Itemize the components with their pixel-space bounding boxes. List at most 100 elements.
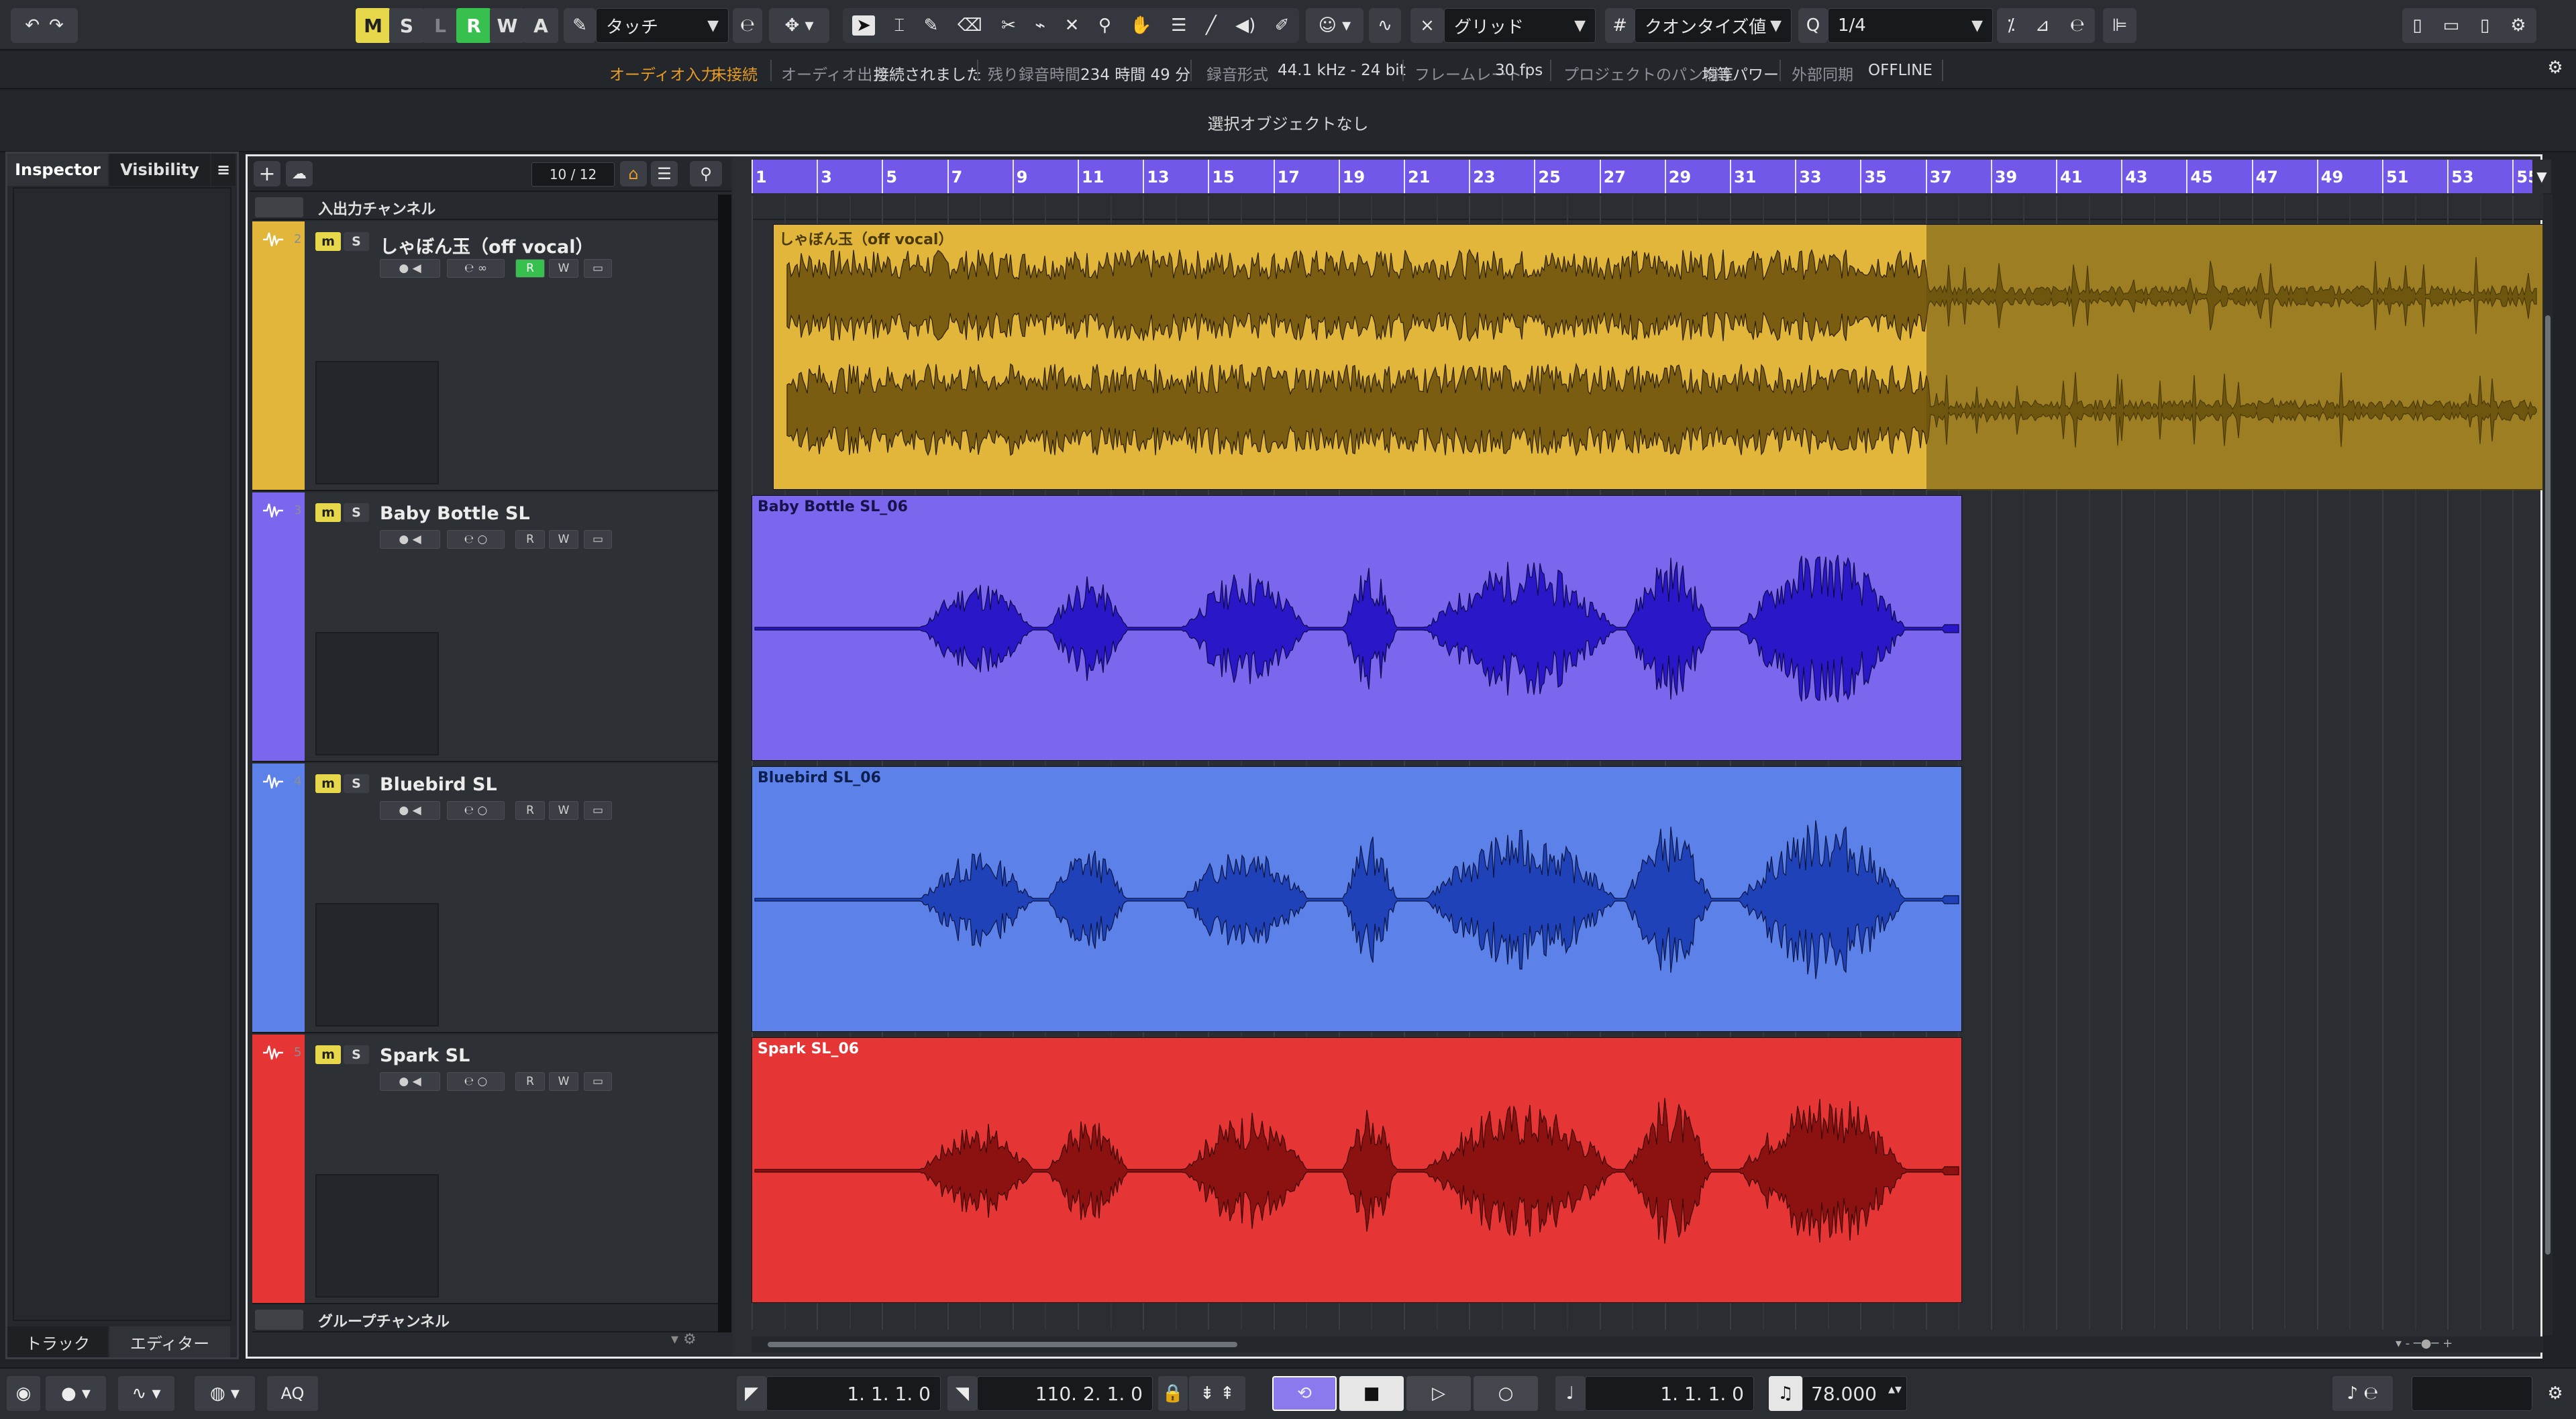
primary-time-display[interactable]: 1. 1. 1. 0 — [1585, 1376, 1754, 1411]
activate-project-icon[interactable]: ◉ — [7, 1376, 40, 1411]
edit-channel-button[interactable]: ℮ ○ — [447, 1072, 505, 1091]
transport-settings-icon[interactable]: ⚙ — [2540, 1376, 2570, 1411]
track-row[interactable]: 3 m S Baby Bottle SL ● ◀ ℮ ○ R W ▭ — [252, 492, 731, 762]
comp-tool-icon[interactable]: ☰ — [1171, 15, 1186, 36]
audio-mode-dropdown[interactable]: ∿ ▾ — [118, 1376, 174, 1411]
transform-tool-dropdown[interactable]: ✥ ▾ — [769, 8, 829, 43]
automation-mode-dropdown[interactable]: タッチ ▼ — [596, 8, 729, 43]
apply-quantize-icon[interactable]: ℮ — [2070, 15, 2085, 36]
color-tool-icon[interactable]: ✐ — [1275, 15, 1290, 36]
solo-button[interactable]: S — [344, 503, 369, 522]
tempo-stepper[interactable]: ▴▾ — [1888, 1381, 1902, 1397]
solo-button[interactable]: S — [344, 774, 369, 793]
io-channel-folder[interactable]: 入出力チャンネル — [252, 193, 731, 220]
tracklist-scrollbar[interactable] — [718, 195, 731, 1332]
mute-button[interactable]: m — [315, 503, 341, 522]
audio-event[interactable]: Baby Bottle SL_06 — [752, 495, 1962, 761]
right-zone-icon[interactable]: ▯ — [2480, 15, 2489, 36]
cycle-button[interactable]: ⟲ — [1272, 1376, 1337, 1411]
record-button[interactable]: ○ — [1474, 1376, 1538, 1411]
left-locator-icon[interactable]: ◤ — [737, 1376, 766, 1411]
track-name[interactable]: しゃぼん玉（off vocal） — [380, 232, 593, 258]
write-automation-toggle[interactable]: W — [549, 1072, 578, 1091]
read-automation-toggle[interactable]: R — [515, 1072, 545, 1091]
scroll-thumb[interactable] — [768, 1342, 1237, 1347]
snap-type-dropdown[interactable]: グリッド ▼ — [1444, 8, 1596, 43]
left-locator-display[interactable]: 1. 1. 1. 0 — [766, 1376, 941, 1411]
right-locator-icon[interactable]: ◥ — [947, 1376, 977, 1411]
write-automation-button[interactable]: W — [490, 8, 525, 43]
lock-icon[interactable]: 🔒 — [1158, 1376, 1188, 1411]
aq-button[interactable]: AQ — [267, 1376, 318, 1411]
audio-event[interactable]: Spark SL_06 — [752, 1037, 1962, 1303]
list-icon[interactable]: ☰ — [651, 161, 678, 187]
record-enable-button[interactable]: ● ◀ — [380, 530, 440, 549]
search-icon[interactable]: ⚲ — [690, 161, 722, 187]
record-enable-button[interactable]: ● ◀ — [380, 801, 440, 820]
stop-button[interactable]: ■ — [1339, 1376, 1404, 1411]
project-settings-dropdown[interactable]: ☺ ▾ — [1306, 8, 1363, 43]
solo-mode-button[interactable]: S — [389, 8, 424, 43]
record-enable-button[interactable]: ● ◀ — [380, 1072, 440, 1091]
write-automation-toggle[interactable]: W — [549, 530, 578, 549]
suspend-icon[interactable]: ℮ — [733, 8, 762, 43]
track-name[interactable]: Spark SL — [380, 1045, 470, 1066]
inspector-menu-icon[interactable]: ≡ — [211, 154, 236, 186]
add-track-icon[interactable]: + — [254, 161, 280, 187]
autoscroll-icon[interactable]: ∿ — [1369, 8, 1401, 43]
horizontal-scrollbar[interactable]: ▾ - ─●─ + — [752, 1336, 2543, 1353]
grid-icon[interactable]: # — [1605, 8, 1635, 43]
scissors-tool-icon[interactable]: ✂ — [1001, 15, 1016, 36]
window-setup-icon[interactable]: ⚙ — [2510, 15, 2526, 36]
ruler-menu-icon[interactable]: ▼ — [2532, 160, 2551, 193]
track-name[interactable]: Baby Bottle SL — [380, 503, 530, 524]
read-automation-toggle[interactable]: R — [515, 801, 545, 820]
solo-button[interactable]: S — [344, 232, 369, 251]
tab-track[interactable]: トラック — [7, 1326, 108, 1357]
lanes-button[interactable]: ▭ — [584, 801, 612, 820]
track-row[interactable]: 2 m S しゃぼん玉（off vocal） ● ◀ ℮ ∞ R W ▭ — [252, 221, 731, 491]
mute-button[interactable]: m — [315, 232, 341, 251]
automation-icon[interactable]: ✎ — [564, 8, 596, 43]
write-automation-toggle[interactable]: W — [549, 801, 578, 820]
track-color-strip[interactable] — [252, 764, 305, 1032]
mute-tool-icon[interactable]: ✕ — [1065, 15, 1080, 36]
tab-editor[interactable]: エディター — [109, 1326, 230, 1357]
edit-channel-button[interactable]: ℮ ○ — [447, 530, 505, 549]
track-row[interactable]: 5 m S Spark SL ● ◀ ℮ ○ R W ▭ — [252, 1035, 731, 1304]
marker-display[interactable] — [2412, 1376, 2532, 1411]
snap-toggle-icon[interactable]: ⨯ — [1410, 8, 1444, 43]
left-zone-icon[interactable]: ▯ — [2412, 15, 2422, 36]
tab-inspector[interactable]: Inspector — [7, 154, 108, 186]
glue-tool-icon[interactable]: ⌁ — [1035, 15, 1045, 36]
lanes-button[interactable]: ▭ — [584, 259, 612, 278]
right-locator-display[interactable]: 110. 2. 1. 0 — [977, 1376, 1153, 1411]
tempo-track-icon[interactable]: ♫ — [1769, 1376, 1802, 1411]
tab-visibility[interactable]: Visibility — [109, 154, 210, 186]
track-presets-icon[interactable]: ☁ — [286, 161, 313, 187]
track-color-strip[interactable] — [252, 221, 305, 490]
ruler[interactable]: 1 3 5 7 9 11 13 15 17 19 21 23 25 27 29 31 33 35 37 39 41 43 4… — [752, 160, 2543, 193]
audio-event[interactable]: Bluebird SL_06 — [752, 766, 1962, 1032]
track-row[interactable]: 4 m S Bluebird SL ● ◀ ℮ ○ R W ▭ — [252, 764, 731, 1033]
iterative-quantize-icon[interactable]: ⁒ — [2007, 15, 2015, 36]
play-tool-icon[interactable]: ◀) — [1235, 15, 1255, 36]
vertical-scrollbar[interactable] — [2543, 195, 2553, 1335]
read-automation-toggle[interactable]: R — [515, 530, 545, 549]
all-automation-button[interactable]: A — [523, 8, 558, 43]
status-settings-icon[interactable]: ⚙ — [2542, 54, 2569, 81]
quantize-panel-icon[interactable]: ⊿ — [2035, 15, 2050, 36]
read-automation-button[interactable]: R — [456, 8, 491, 43]
redo-icon[interactable]: ↷ — [49, 15, 64, 36]
mute-button[interactable]: m — [315, 774, 341, 793]
mute-button[interactable]: m — [315, 1045, 341, 1064]
track-name[interactable]: Bluebird SL — [380, 774, 497, 795]
select-tool-icon[interactable]: ➤ — [852, 15, 876, 36]
line-tool-icon[interactable]: ╱ — [1206, 15, 1217, 36]
record-mode-dropdown[interactable]: ● ▾ — [46, 1376, 106, 1411]
edit-channel-button[interactable]: ℮ ∞ — [447, 259, 505, 278]
quantize-type-dropdown[interactable]: クオンタイズ値 ▼ — [1635, 8, 1792, 43]
scroll-thumb[interactable] — [2545, 315, 2551, 1255]
align-icon[interactable]: ⊫ — [2103, 8, 2136, 43]
zoom-tool-icon[interactable]: ⚲ — [1098, 15, 1111, 36]
